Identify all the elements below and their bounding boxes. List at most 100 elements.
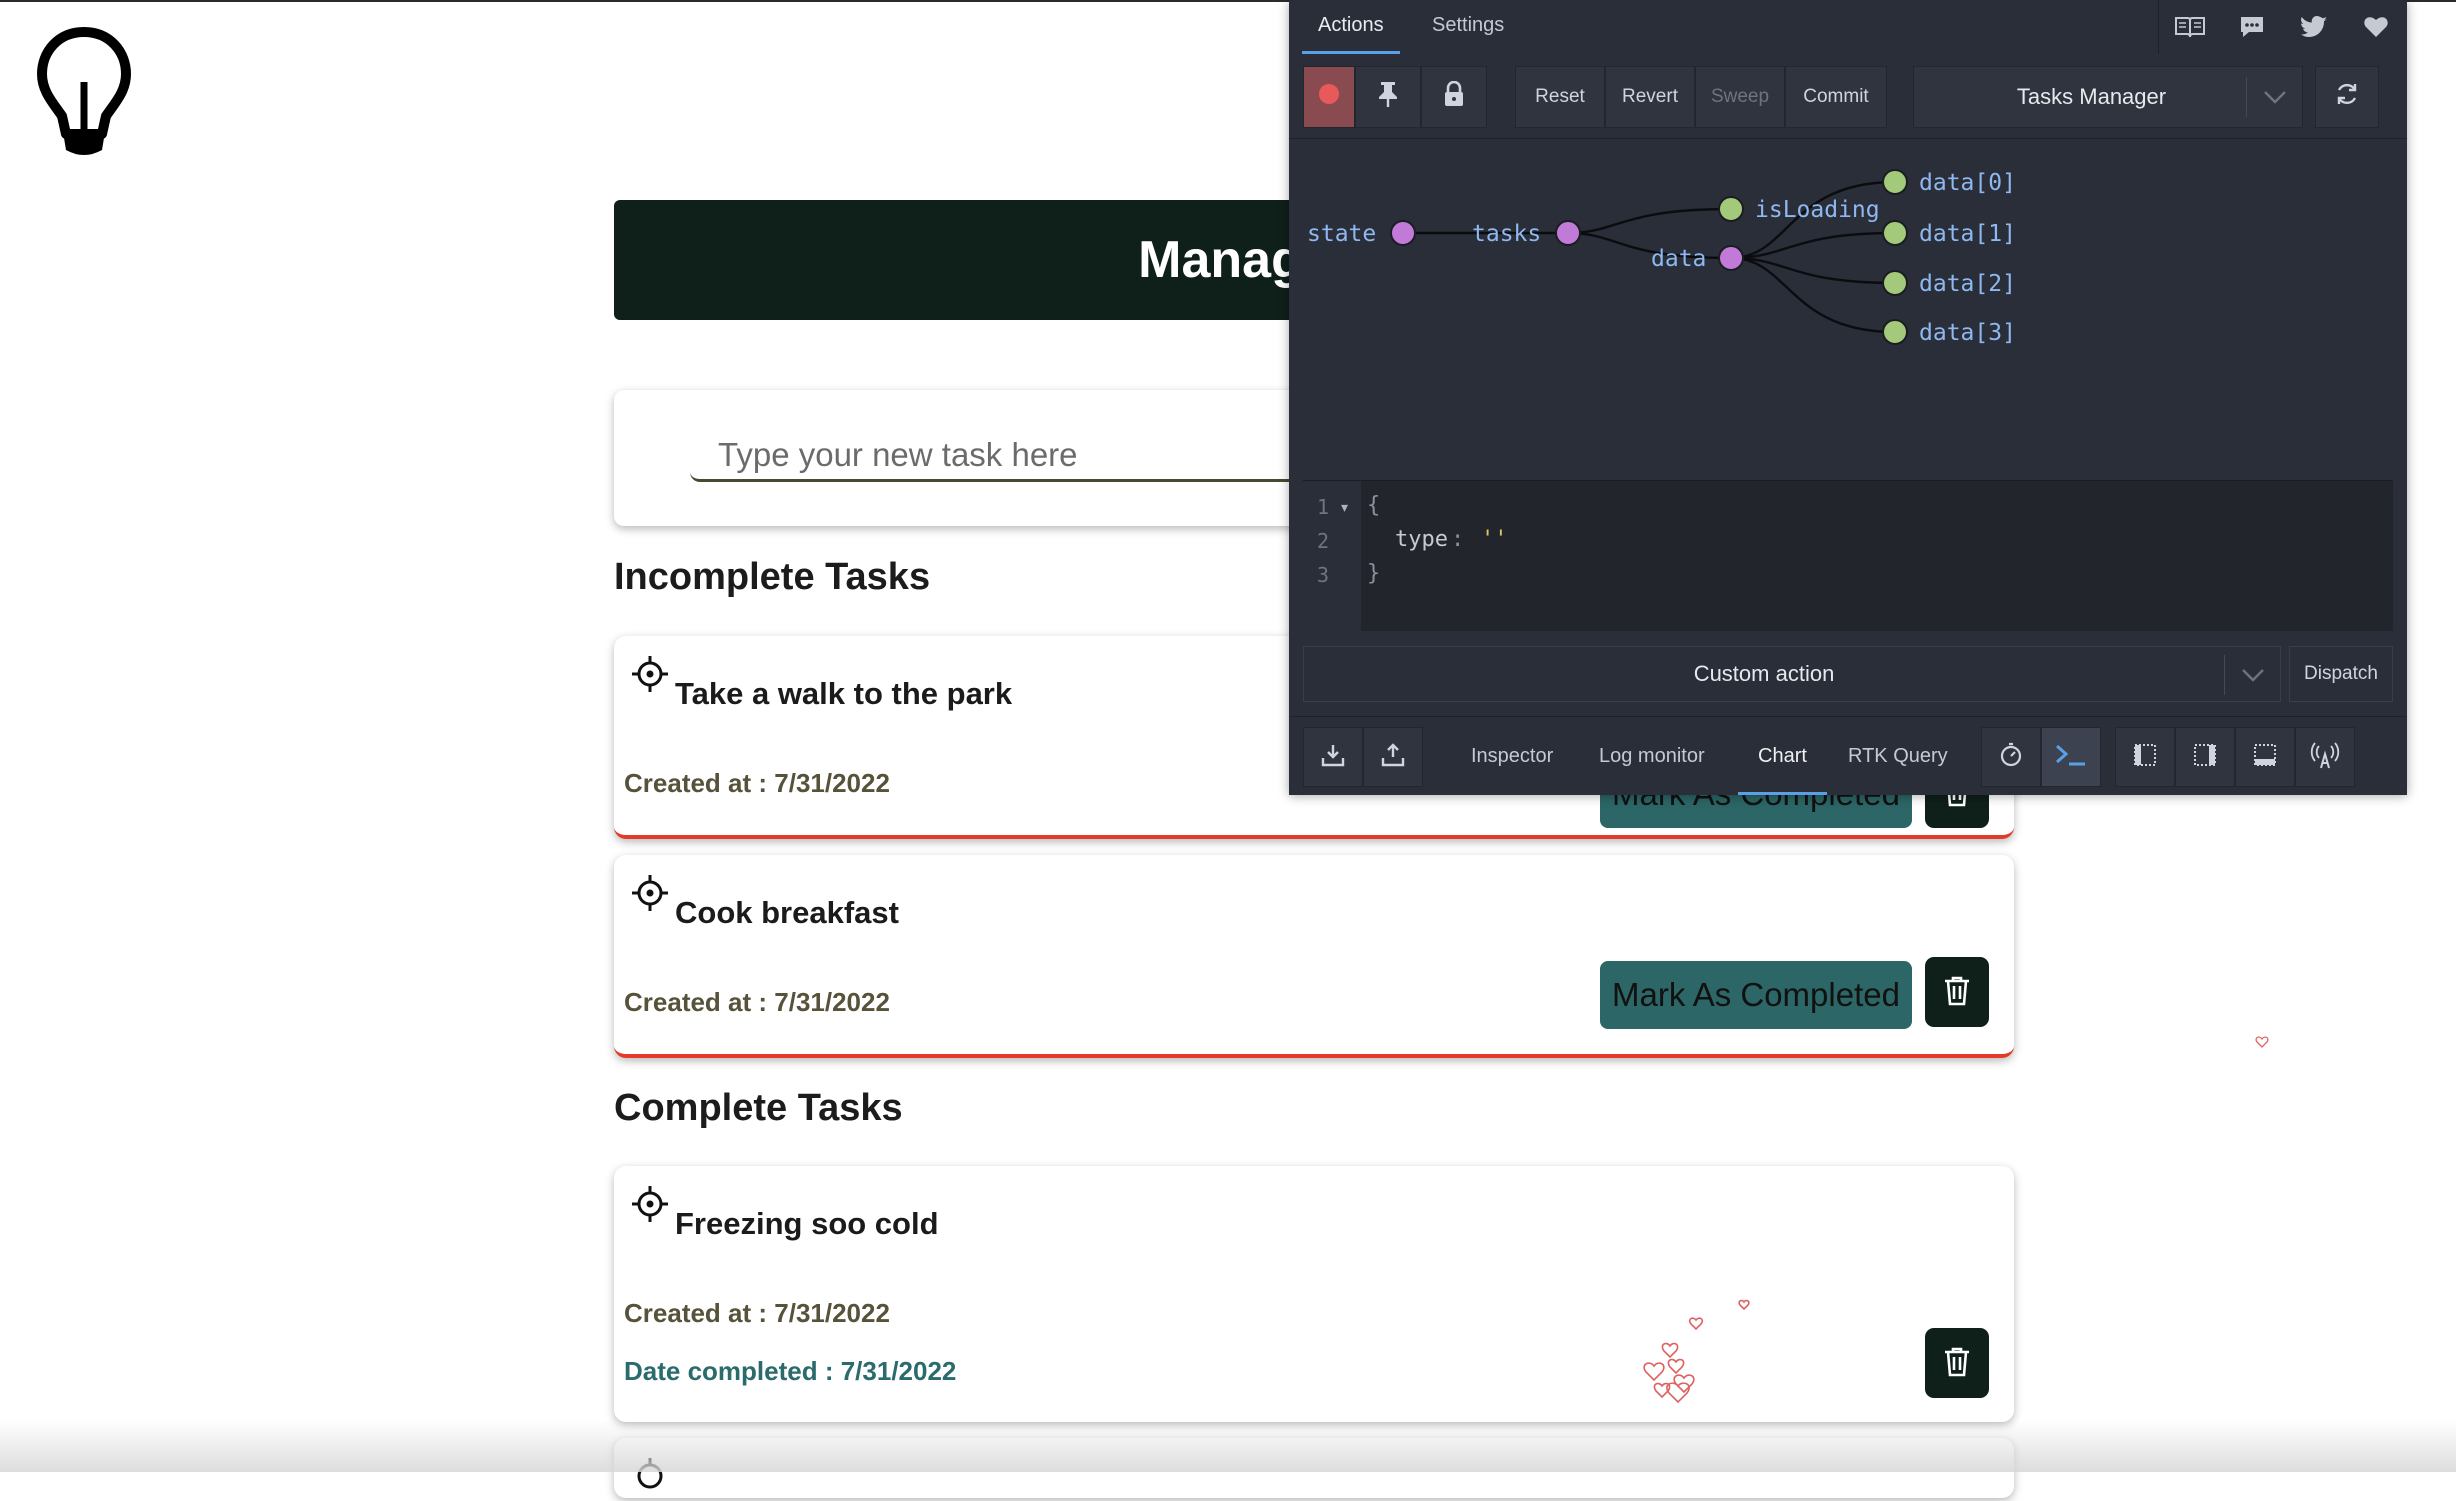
dock-left-icon <box>2132 742 2158 773</box>
book-icon[interactable] <box>2159 0 2221 54</box>
task-completed-date: Date completed : 7/31/2022 <box>624 1356 957 1386</box>
export-button[interactable] <box>1363 727 1423 787</box>
dispatcher-button[interactable] <box>2041 727 2101 787</box>
line-number: 2 <box>1317 529 1330 553</box>
crosshair-icon[interactable] <box>632 654 668 699</box>
tab-actions[interactable]: Actions <box>1302 0 1400 54</box>
editor-gutter: 1 2 3 ▾ <box>1303 481 1361 631</box>
import-icon <box>1320 742 1346 773</box>
tree-label-data-2: data[2] <box>1919 271 2016 297</box>
chat-icon[interactable] <box>2221 0 2283 54</box>
devtools-top-icons <box>2158 0 2407 54</box>
fold-arrow-icon[interactable]: ▾ <box>1341 499 1348 516</box>
hearts-decoration-icon <box>1614 1286 1794 1411</box>
tree-node-data-0[interactable] <box>1882 169 1908 195</box>
action-type-select[interactable]: Custom action <box>1303 646 2281 702</box>
lock-icon <box>1443 80 1465 113</box>
tree-node-data-1[interactable] <box>1882 220 1908 246</box>
tree-label-data-1: data[1] <box>1919 221 2016 247</box>
tree-node-isloading[interactable] <box>1718 196 1744 222</box>
remote-button[interactable] <box>2295 727 2355 787</box>
export-icon <box>1380 742 1406 773</box>
complete-tasks-heading: Complete Tasks <box>614 1087 903 1129</box>
action-type-label: Custom action <box>1693 661 1835 686</box>
revert-button[interactable]: Revert <box>1605 66 1695 128</box>
record-button[interactable] <box>1303 66 1355 128</box>
import-button[interactable] <box>1303 727 1363 787</box>
task-title: Cook breakfast <box>675 895 899 930</box>
delete-button[interactable] <box>1925 957 1989 1027</box>
trash-icon <box>1943 1346 1971 1381</box>
task-created-date: Created at : 7/31/2022 <box>624 768 890 798</box>
tree-label-isloading: isLoading <box>1755 197 1880 223</box>
line-number: 1 <box>1317 495 1330 519</box>
devtools-toolbar: Reset Revert Sweep Commit Tasks Manager <box>1289 54 2407 139</box>
pin-button[interactable] <box>1355 66 1421 128</box>
crosshair-icon[interactable] <box>632 1184 668 1229</box>
task-card: Cook breakfast Created at : 7/31/2022 Ma… <box>614 855 2014 1058</box>
tree-node-data-2[interactable] <box>1882 270 1908 296</box>
incomplete-tasks-heading: Incomplete Tasks <box>614 556 931 598</box>
tree-node-state[interactable] <box>1390 220 1416 246</box>
delete-button[interactable] <box>1925 1328 1989 1398</box>
code-open-brace: { <box>1367 493 1381 518</box>
line-number: 3 <box>1317 563 1330 587</box>
code-value: '' <box>1481 527 1508 552</box>
sync-button[interactable] <box>2315 66 2379 128</box>
slider-button[interactable] <box>1981 727 2041 787</box>
slider-icon <box>1998 742 2024 773</box>
instance-select-label: Tasks Manager <box>2016 84 2167 109</box>
terminal-icon <box>2054 742 2088 773</box>
remote-icon <box>2310 741 2340 774</box>
heart-icon[interactable] <box>2345 0 2407 54</box>
devtools-bottom-bar: Inspector Log monitor Chart RTK Query <box>1289 716 2407 795</box>
pin-icon <box>1376 80 1400 114</box>
code-key: type <box>1395 527 1448 552</box>
tree-label-data: data <box>1651 246 1706 272</box>
tree-node-tasks[interactable] <box>1555 220 1581 246</box>
dispatch-row: Custom action Dispatch <box>1303 646 2393 702</box>
task-created-date: Created at : 7/31/2022 <box>624 987 890 1017</box>
monitor-tab-chart[interactable]: Chart <box>1738 717 1827 795</box>
monitor-tab-log-monitor[interactable]: Log monitor <box>1599 717 1705 795</box>
tree-node-data-3[interactable] <box>1882 319 1908 345</box>
redux-devtools-panel: Actions Settings Reset Revert Sweep Comm… <box>1289 0 2407 795</box>
sweep-button[interactable]: Sweep <box>1695 66 1785 128</box>
code-colon: : <box>1451 527 1465 552</box>
task-title: Take a walk to the park <box>675 676 1013 711</box>
chevron-down-icon[interactable] <box>2224 655 2280 695</box>
task-title: Freezing soo cold <box>675 1206 939 1241</box>
task-card: Freezing soo cold Created at : 7/31/2022… <box>614 1166 2014 1422</box>
crosshair-icon[interactable] <box>632 873 668 918</box>
devtools-tabs: Actions Settings <box>1289 0 2407 55</box>
twitter-icon[interactable] <box>2283 0 2345 54</box>
action-editor[interactable]: 1 2 3 ▾ { type : '' } <box>1303 480 2393 631</box>
instance-select[interactable]: Tasks Manager <box>1913 66 2303 128</box>
commit-button[interactable]: Commit <box>1785 66 1887 128</box>
code-close-brace: } <box>1367 561 1381 586</box>
refresh-icon <box>2334 81 2360 113</box>
tree-label-data-3: data[3] <box>1919 320 2016 346</box>
tree-label-data-0: data[0] <box>1919 170 2016 196</box>
lightbulb-icon[interactable] <box>36 26 132 161</box>
dock-bottom-icon <box>2252 742 2278 773</box>
dock-right-button[interactable] <box>2175 727 2235 787</box>
monitor-tab-inspector[interactable]: Inspector <box>1471 717 1553 795</box>
dock-bottom-button[interactable] <box>2235 727 2295 787</box>
tree-node-data[interactable] <box>1718 245 1744 271</box>
dock-left-button[interactable] <box>2115 727 2175 787</box>
lock-button[interactable] <box>1421 66 1487 128</box>
mark-completed-button[interactable]: Mark As Completed <box>1600 961 1912 1029</box>
tab-settings[interactable]: Settings <box>1432 0 1504 54</box>
monitor-tab-rtk-query[interactable]: RTK Query <box>1848 717 1948 795</box>
chevron-down-icon[interactable] <box>2246 77 2302 117</box>
dispatch-button[interactable]: Dispatch <box>2289 646 2393 702</box>
floating-heart-icon <box>2254 1034 2270 1055</box>
tree-label-tasks: tasks <box>1472 221 1541 247</box>
state-tree-chart: state tasks isLoading data data[0] data[… <box>1289 139 2407 477</box>
dock-right-icon <box>2192 742 2218 773</box>
trash-icon <box>1943 975 1971 1010</box>
reset-button[interactable]: Reset <box>1515 66 1605 128</box>
record-icon <box>1317 82 1341 112</box>
task-created-date: Created at : 7/31/2022 <box>624 1298 890 1328</box>
